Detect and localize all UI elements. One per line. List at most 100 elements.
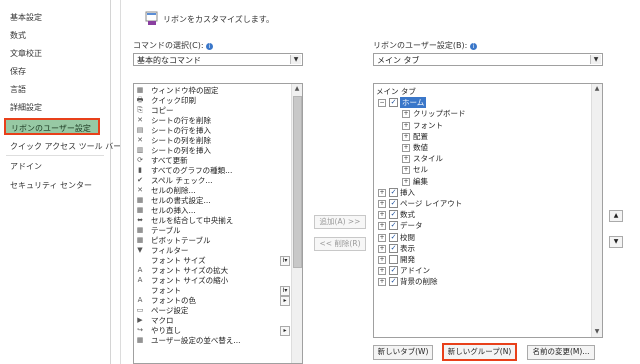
expand-icon[interactable]: +: [378, 200, 386, 208]
sidebar-item-general[interactable]: 基本設定: [10, 12, 42, 23]
expand-icon[interactable]: +: [378, 267, 386, 276]
scroll-thumb[interactable]: [293, 96, 302, 268]
command-item[interactable]: ↪ やり直し ▸: [134, 326, 292, 336]
command-item-label: シートの列を挿入: [151, 146, 211, 155]
expand-icon[interactable]: +: [402, 177, 410, 186]
sidebar-item-customize-ribbon[interactable]: リボンのユーザー設定: [4, 118, 100, 135]
sidebar-item-save[interactable]: 保存: [10, 66, 26, 77]
expand-icon[interactable]: +: [402, 121, 410, 130]
commands-dropdown[interactable]: 基本的なコマンド ▼: [133, 53, 303, 66]
expand-icon[interactable]: +: [378, 278, 386, 287]
tab-visible-checkbox[interactable]: ✓: [389, 221, 398, 231]
expand-icon[interactable]: +: [402, 144, 410, 152]
remove-button[interactable]: << 削除(R): [314, 237, 366, 251]
tab-visible-checkbox[interactable]: ✓: [389, 199, 398, 208]
tree-node[interactable]: + 開発: [374, 254, 589, 265]
command-item[interactable]: ▦ テーブル: [134, 226, 292, 235]
submenu-indicator-icon: ▸: [280, 296, 290, 306]
tab-visible-checkbox[interactable]: ✓: [389, 243, 398, 253]
tab-visible-checkbox[interactable]: ✓: [389, 266, 398, 276]
command-item[interactable]: ✕ シートの行を削除: [134, 116, 292, 125]
command-item[interactable]: ▦ セルの挿入...: [134, 206, 292, 215]
command-item[interactable]: ✕ セルの削除...: [134, 186, 292, 195]
sidebar-item-trust-center[interactable]: セキュリティ センター: [10, 180, 92, 191]
expand-icon[interactable]: +: [402, 110, 410, 119]
command-item[interactable]: ▤ シートの行を挿入: [134, 126, 292, 135]
tree-node[interactable]: + クリップボード: [374, 108, 589, 119]
expand-icon[interactable]: +: [378, 256, 386, 264]
tree-node[interactable]: − ✓ ホーム: [374, 97, 589, 109]
command-item[interactable]: A フォント サイズの拡大: [134, 266, 292, 275]
sidebar-item-addins[interactable]: アドイン: [10, 161, 42, 172]
tree-node[interactable]: + ✓ 校閲: [374, 232, 589, 243]
new-tab-button[interactable]: 新しいタブ(W): [373, 345, 433, 360]
expand-icon[interactable]: +: [378, 244, 386, 253]
tree-node[interactable]: + ✓ データ: [374, 220, 589, 231]
move-down-button[interactable]: ▼: [609, 236, 623, 248]
tab-visible-checkbox[interactable]: ✓: [389, 277, 398, 287]
command-item[interactable]: ▦ ウィンドウ枠の固定: [134, 86, 292, 95]
tree-node[interactable]: + ✓ 背景の削除: [374, 276, 589, 287]
tree-node[interactable]: メイン タブ: [374, 86, 589, 97]
tab-visible-checkbox[interactable]: ✓: [389, 187, 398, 197]
tab-visible-checkbox[interactable]: [389, 255, 398, 264]
move-up-button[interactable]: ▲: [609, 210, 623, 222]
command-item[interactable]: ▦ セルの書式設定...: [134, 196, 292, 205]
add-button[interactable]: 追加(A) >>: [314, 215, 366, 229]
tree-node[interactable]: + ✓ 挿入: [374, 187, 589, 198]
tree-node[interactable]: + ✓ ページ レイアウト: [374, 198, 589, 209]
sidebar-item-quick-access-toolbar[interactable]: クイック アクセス ツール バー: [10, 141, 121, 152]
expand-icon[interactable]: +: [402, 166, 410, 175]
scroll-up-icon[interactable]: ▲: [592, 84, 602, 94]
expand-icon[interactable]: +: [378, 222, 386, 231]
tree-node[interactable]: + 数値: [374, 142, 589, 153]
ribbon-dropdown[interactable]: メイン タブ ▼: [373, 53, 603, 66]
expand-icon[interactable]: +: [378, 188, 386, 197]
tree-node[interactable]: + フォント: [374, 120, 589, 131]
command-item[interactable]: フォント I▾: [134, 286, 292, 296]
tab-visible-checkbox[interactable]: ✓: [389, 232, 398, 242]
rename-button[interactable]: 名前の変更(M)...: [527, 345, 595, 360]
command-item[interactable]: ✕ シートの列を削除: [134, 136, 292, 145]
collapse-icon[interactable]: −: [378, 99, 386, 108]
new-group-button[interactable]: 新しいグループ(N): [442, 343, 517, 361]
commands-list[interactable]: ▲ ▦ ウィンドウ枠の固定 🖶 クイック印刷 ⎘ コピー ✕ シートの行を削除 ▤ シートの行を挿…: [133, 83, 303, 364]
sidebar-item-formulas[interactable]: 数式: [10, 30, 26, 41]
command-item[interactable]: ▮ すべてのグラフの種類...: [134, 166, 292, 175]
tree-node[interactable]: + ✓ アドイン: [374, 265, 589, 276]
expand-icon[interactable]: +: [378, 211, 386, 220]
tree-node[interactable]: + ✓ 数式: [374, 209, 589, 220]
command-item[interactable]: ✔ スペル チェック...: [134, 176, 292, 185]
tree-node[interactable]: + ✓ 表示: [374, 243, 589, 254]
ribbon-tabs-tree[interactable]: ▲ ▼ メイン タブ − ✓ ホーム + クリップボード + フォント + 配置 + 数値 + スタイル +…: [373, 83, 603, 338]
tree-node[interactable]: + 編集: [374, 176, 589, 187]
tree-node[interactable]: + 配置: [374, 131, 589, 142]
command-item[interactable]: A フォントの色 ▸: [134, 296, 292, 306]
scroll-up-icon[interactable]: ▲: [292, 84, 302, 94]
commands-scrollbar[interactable]: ▲: [291, 84, 302, 363]
tree-node[interactable]: + スタイル: [374, 153, 589, 164]
command-item[interactable]: ▦ ピボットテーブル: [134, 236, 292, 245]
command-item[interactable]: フォント サイズ I▾: [134, 256, 292, 266]
expand-icon[interactable]: +: [378, 233, 386, 242]
scroll-down-icon[interactable]: ▼: [592, 327, 602, 337]
command-item[interactable]: ▶ マクロ: [134, 316, 292, 325]
sidebar-item-language[interactable]: 言語: [10, 84, 26, 95]
tab-visible-checkbox[interactable]: ✓: [389, 210, 398, 220]
command-item[interactable]: 🖶 クイック印刷: [134, 96, 292, 105]
tree-scrollbar[interactable]: ▲ ▼: [591, 84, 602, 337]
expand-icon[interactable]: +: [402, 132, 410, 141]
command-item[interactable]: ▥ シートの列を挿入: [134, 146, 292, 155]
command-item[interactable]: ▦ ユーザー設定の並べ替え...: [134, 336, 292, 345]
command-item[interactable]: ▭ ページ設定: [134, 306, 292, 315]
command-item[interactable]: ⎘ コピー: [134, 106, 292, 115]
tree-node[interactable]: + セル: [374, 164, 589, 175]
command-item[interactable]: ⟳ すべて更新: [134, 156, 292, 165]
tab-visible-checkbox[interactable]: ✓: [389, 98, 398, 108]
sidebar-item-advanced[interactable]: 詳細設定: [10, 102, 42, 113]
sidebar-item-proofing[interactable]: 文章校正: [10, 48, 42, 59]
command-item[interactable]: A フォント サイズの縮小: [134, 276, 292, 285]
command-item[interactable]: ⬌ セルを結合して中央揃え: [134, 216, 292, 225]
expand-icon[interactable]: +: [402, 155, 410, 164]
command-item[interactable]: ▼ フィルター: [134, 246, 292, 255]
